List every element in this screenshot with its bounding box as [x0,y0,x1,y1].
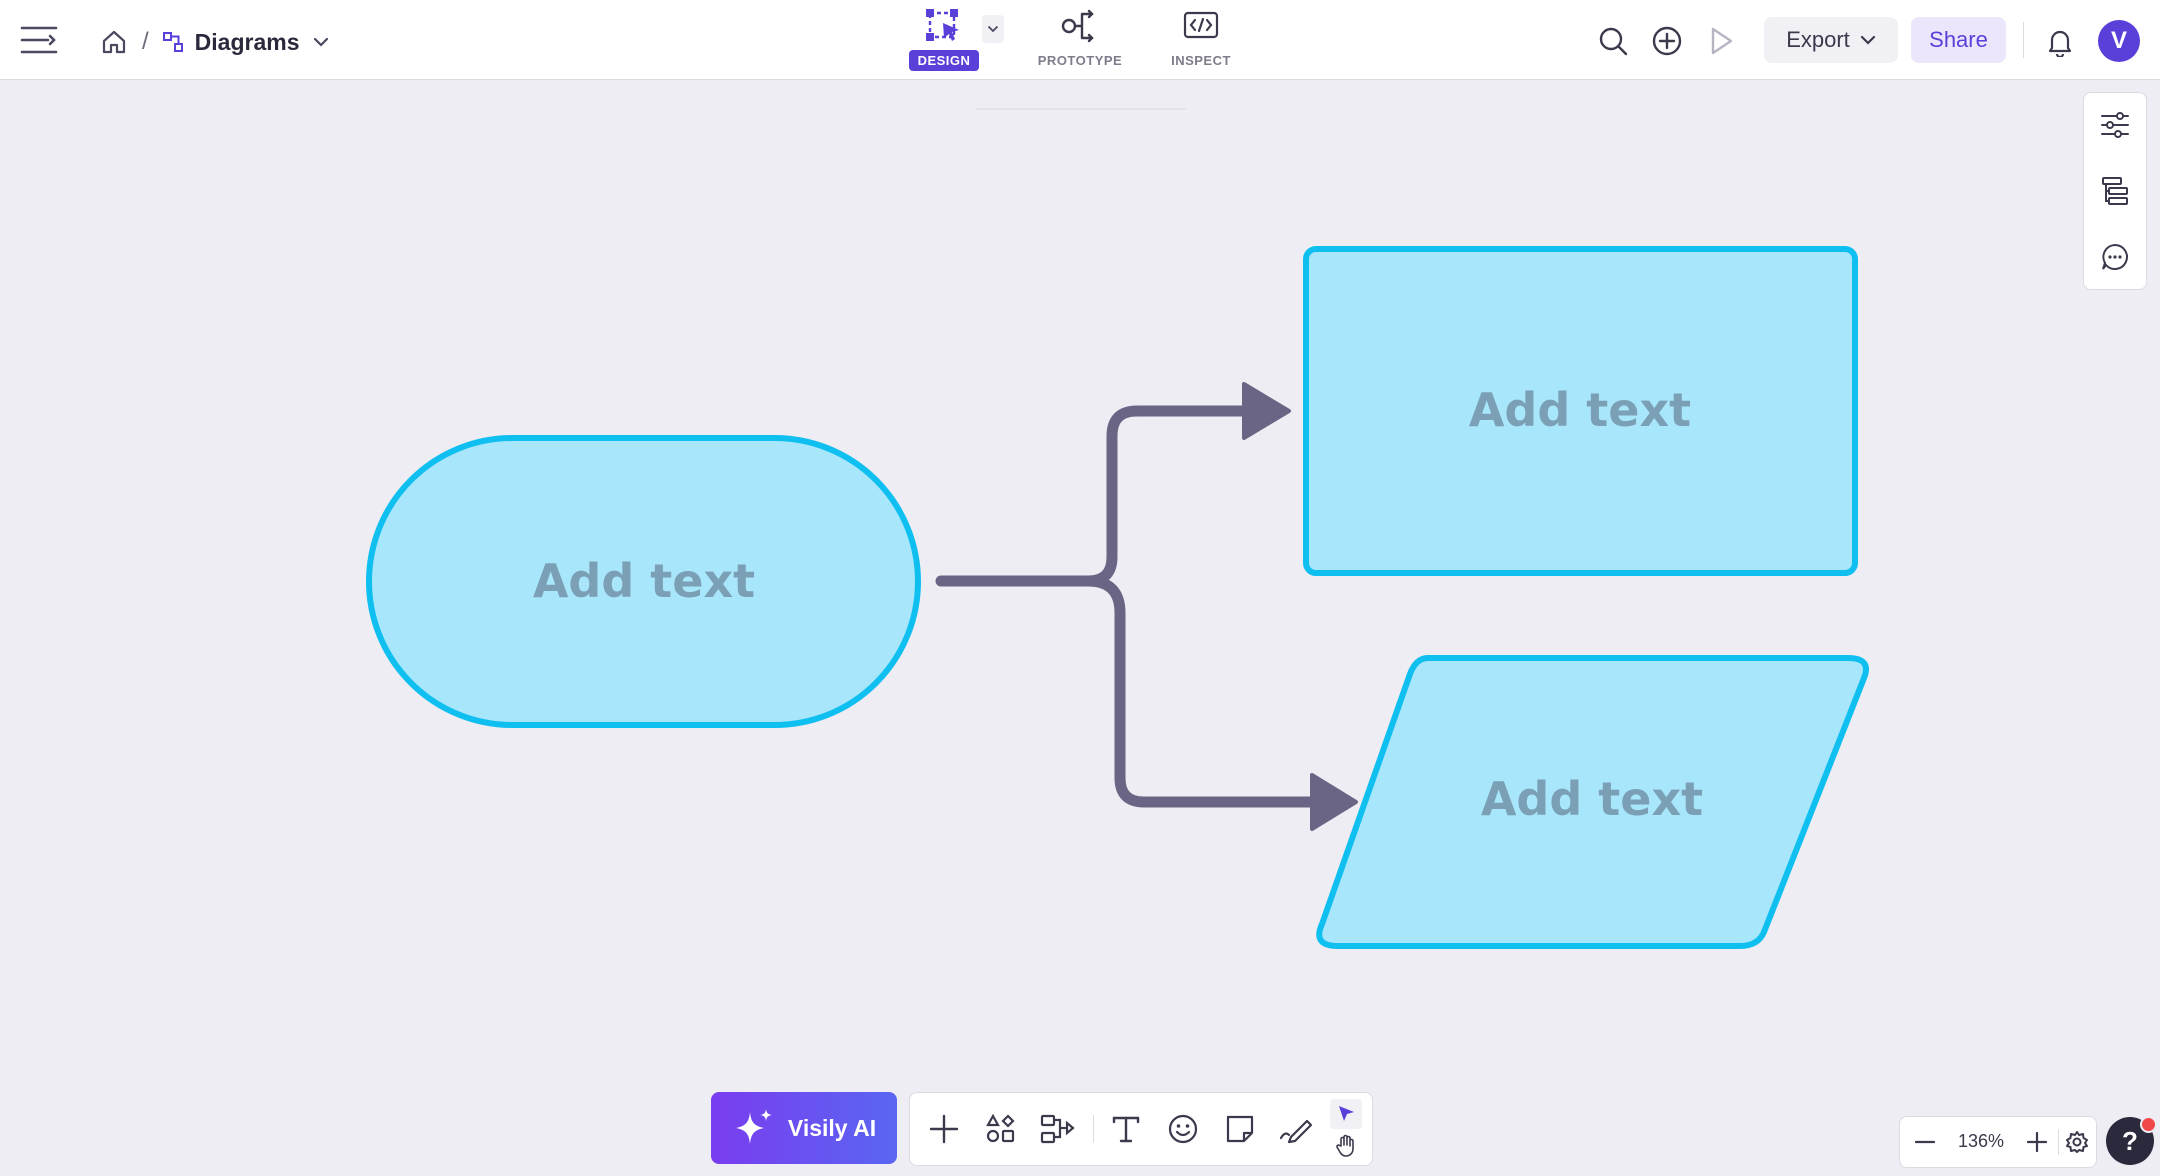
tab-design-label: DESIGN [908,50,980,71]
zoom-in-icon[interactable] [2022,1127,2052,1157]
tab-inspect-label: INSPECT [1171,53,1231,68]
layers-tree-icon[interactable] [2097,173,2133,209]
tab-inspect[interactable]: INSPECT [1146,6,1256,71]
settings-sliders-icon[interactable] [2097,107,2133,143]
toolbar-divider [1093,1115,1094,1143]
prototype-mode-icon [1025,6,1135,46]
notification-bell-icon[interactable] [2042,24,2078,60]
arrowhead-right-icon [1242,382,1291,440]
flowchart-icon[interactable] [1036,1107,1080,1151]
breadcrumb-separator: / [142,28,149,55]
right-side-panel [2083,92,2147,290]
sticky-note-icon[interactable] [1218,1107,1262,1151]
gear-icon[interactable] [2062,1127,2092,1157]
shapes-icon[interactable] [979,1107,1023,1151]
terminator-text[interactable]: Add text [533,554,755,608]
connector-branch[interactable] [1082,575,1324,808]
emoji-icon[interactable] [1161,1107,1205,1151]
tab-prototype[interactable]: PROTOTYPE [1025,6,1135,71]
pen-icon[interactable] [1275,1107,1319,1151]
process-text[interactable]: Add text [1469,383,1691,437]
chevron-down-icon[interactable] [310,31,332,53]
export-button[interactable]: Export [1764,17,1898,63]
connector-trunk[interactable] [935,405,1256,587]
arrowhead-right-icon [1310,773,1358,831]
home-icon[interactable] [98,26,130,58]
zoom-level[interactable]: 136% [1946,1131,2016,1152]
plus-icon[interactable] [922,1107,966,1151]
bottom-toolbar [909,1092,1373,1166]
share-button[interactable]: Share [1911,17,2006,63]
chevron-down-icon [1860,35,1875,45]
export-label: Export [1786,27,1850,52]
zoom-controls: 136% [1899,1116,2097,1168]
user-avatar[interactable]: V [2098,20,2140,62]
connector-group[interactable] [935,405,1324,808]
top-bar: / Diagrams DESIGN PROTOTYPE INSPECT Expo… [0,0,2160,80]
breadcrumb: / Diagrams [98,22,332,62]
design-mode-dropdown[interactable] [982,15,1004,43]
text-icon[interactable] [1104,1107,1148,1151]
comment-icon[interactable] [2097,239,2133,275]
diagram-file-icon [161,30,185,54]
breadcrumb-file-title[interactable]: Diagrams [195,29,300,56]
main-menu-icon[interactable] [18,20,60,60]
hand-icon[interactable] [1330,1131,1362,1161]
zoom-out-icon[interactable] [1910,1127,1940,1157]
add-circle-icon[interactable] [1648,22,1686,60]
inspect-code-icon [1146,6,1256,46]
header-divider [2023,22,2024,58]
visily-ai-label: Visily AI [787,1114,877,1141]
select-pointer-icon[interactable] [1330,1099,1362,1129]
tab-prototype-label: PROTOTYPE [1037,53,1123,68]
notification-dot [2140,1116,2157,1133]
visily-ai-button[interactable]: Visily AI [711,1092,897,1164]
diagram-canvas[interactable]: Add text Add text Add text [0,80,2160,1176]
sparkle-icon [735,1109,772,1144]
zoom-divider [2058,1129,2059,1155]
search-icon[interactable] [1594,22,1632,60]
data-text[interactable]: Add text [1481,772,1703,826]
play-icon[interactable] [1702,22,1740,60]
